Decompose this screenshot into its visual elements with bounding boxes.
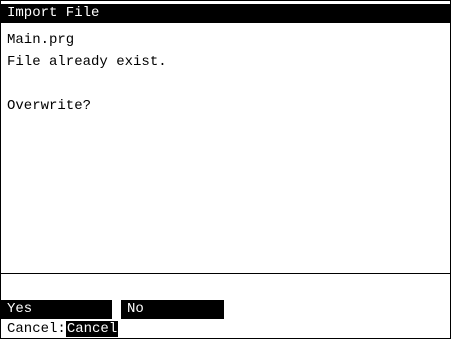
message-text: File already exist. bbox=[7, 54, 167, 70]
import-file-dialog: Import File Main.prg File already exist.… bbox=[0, 0, 451, 339]
cancel-prefix-label: Cancel: bbox=[7, 321, 66, 337]
cancel-button[interactable]: Cancel bbox=[65, 321, 119, 337]
file-name-text: Main.prg bbox=[7, 32, 75, 48]
no-button[interactable]: No bbox=[121, 300, 224, 319]
question-text: Overwrite? bbox=[7, 98, 92, 114]
dialog-title: Import File bbox=[1, 4, 450, 23]
cancel-row: Cancel:Cancel bbox=[7, 320, 119, 338]
divider bbox=[1, 273, 450, 274]
yes-button[interactable]: Yes bbox=[1, 300, 112, 319]
